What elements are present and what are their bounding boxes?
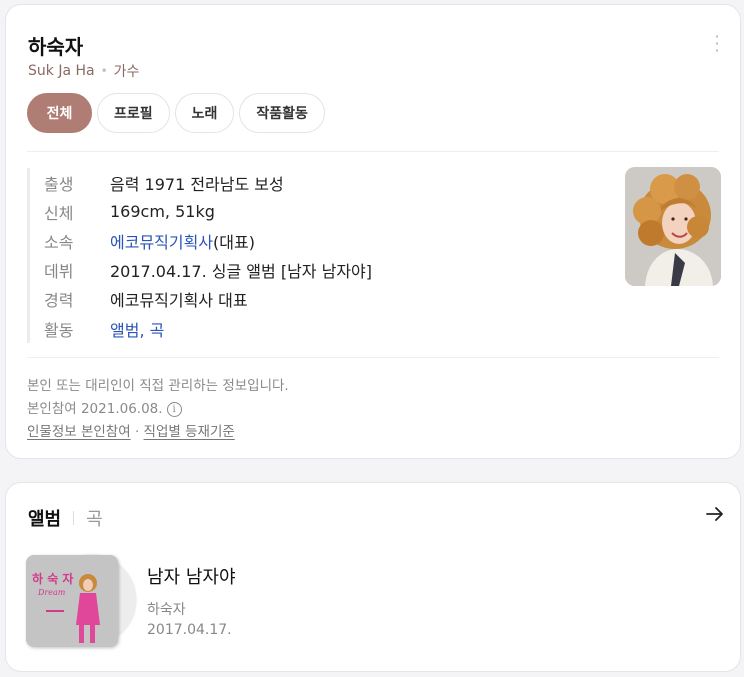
profile-card: 하숙자 Suk Ja Ha • 가수 · · · 전체 프로필 노래 작품활동 출생… — [5, 4, 741, 459]
notice-block: 본인 또는 대리인이 직접 관리하는 정보입니다. 본인참여 2021.06.0… — [27, 375, 289, 444]
info-value: 음력 1971 전라남도 보성 — [110, 174, 284, 194]
registration-criteria-link[interactable]: 직업별 등재기준 — [144, 424, 235, 440]
activity-comma: , — [139, 320, 150, 340]
romanized-name: Suk Ja Ha — [28, 63, 95, 79]
info-label: 출생 — [44, 174, 74, 194]
arrow-right-icon[interactable] — [704, 503, 726, 525]
album-release-date: 2017.04.17. — [147, 622, 232, 638]
album-artist: 하숙자 — [147, 602, 186, 618]
self-participation-link[interactable]: 인물정보 본인참여 — [27, 424, 131, 440]
info-label: 경력 — [44, 291, 74, 311]
info-label: 데뷔 — [44, 262, 74, 282]
info-value: 에코뮤직기획사 대표 — [110, 291, 248, 311]
info-icon[interactable]: i — [166, 401, 182, 417]
tab-albums[interactable]: 앨범 — [28, 505, 61, 531]
agency-link[interactable]: 에코뮤직기획사 — [110, 233, 213, 252]
notice-text: 본인 또는 대리인이 직접 관리하는 정보입니다. — [27, 378, 289, 394]
album-card: 앨범 곡 하 숙 자 Dream 남자 남자야 하숙자 2017.04.17. — [5, 482, 741, 672]
cover-title-text: 하 숙 자 — [32, 571, 73, 586]
portrait-illustration — [625, 167, 721, 286]
tab-profile[interactable]: 프로필 — [97, 93, 170, 133]
tab-all[interactable]: 전체 — [27, 93, 92, 133]
person-name: 하숙자 — [28, 35, 84, 59]
info-label: 신체 — [44, 203, 74, 223]
profile-tabs: 전체 프로필 노래 작품활동 — [27, 93, 325, 133]
kebab-menu-icon[interactable]: · · · — [712, 29, 722, 59]
divider — [27, 151, 719, 152]
info-row-body: 신체 169cm, 51kg — [44, 197, 372, 226]
info-value: 169cm, 51kg — [110, 202, 215, 222]
album-cover-art: 하 숙 자 Dream — [26, 555, 118, 647]
info-row-birth: 출생 음력 1971 전라남도 보성 — [44, 168, 372, 197]
info-row-debut: 데뷔 2017.04.17. 싱글 앨범 [남자 남자야] — [44, 256, 372, 285]
profile-photo[interactable] — [625, 167, 721, 286]
divider — [27, 357, 719, 358]
cover-script-text: Dream — [37, 588, 66, 597]
info-list: 출생 음력 1971 전라남도 보성 신체 169cm, 51kg 소속 에코뮤… — [27, 168, 372, 344]
info-row-activity: 활동 앨범, 곡 — [44, 314, 372, 343]
tab-works[interactable]: 작품활동 — [239, 93, 325, 133]
tab-separator — [73, 511, 75, 525]
info-value: 앨범, 곡 — [110, 317, 164, 341]
notice-participation: 본인참여 2021.06.08. i — [27, 398, 289, 421]
separator-dot: • — [100, 64, 108, 78]
agency-suffix: (대표) — [213, 232, 255, 252]
album-cover[interactable]: 하 숙 자 Dream — [26, 555, 136, 647]
info-label: 활동 — [44, 320, 74, 340]
participation-date: 본인참여 2021.06.08. — [27, 401, 163, 417]
album-title[interactable]: 남자 남자야 — [147, 563, 236, 589]
link-separator: · — [134, 424, 140, 440]
info-row-career: 경력 에코뮤직기획사 대표 — [44, 285, 372, 314]
info-value: 에코뮤직기획사(대표) — [110, 229, 255, 253]
info-label: 소속 — [44, 232, 74, 252]
tab-songs[interactable]: 노래 — [174, 93, 235, 133]
album-tabs: 앨범 곡 — [28, 505, 103, 531]
activity-song-link[interactable]: 곡 — [150, 321, 165, 340]
notice-links: 인물정보 본인참여 · 직업별 등재기준 — [27, 421, 289, 444]
info-value: 2017.04.17. 싱글 앨범 [남자 남자야] — [110, 262, 373, 282]
tab-songs-list[interactable]: 곡 — [86, 505, 103, 531]
cover-illustration: 하 숙 자 Dream — [26, 555, 118, 647]
activity-album-link[interactable]: 앨범 — [110, 321, 139, 340]
info-row-agency: 소속 에코뮤직기획사(대표) — [44, 226, 372, 255]
occupation: 가수 — [113, 64, 140, 80]
person-subline: Suk Ja Ha • 가수 — [28, 61, 139, 81]
